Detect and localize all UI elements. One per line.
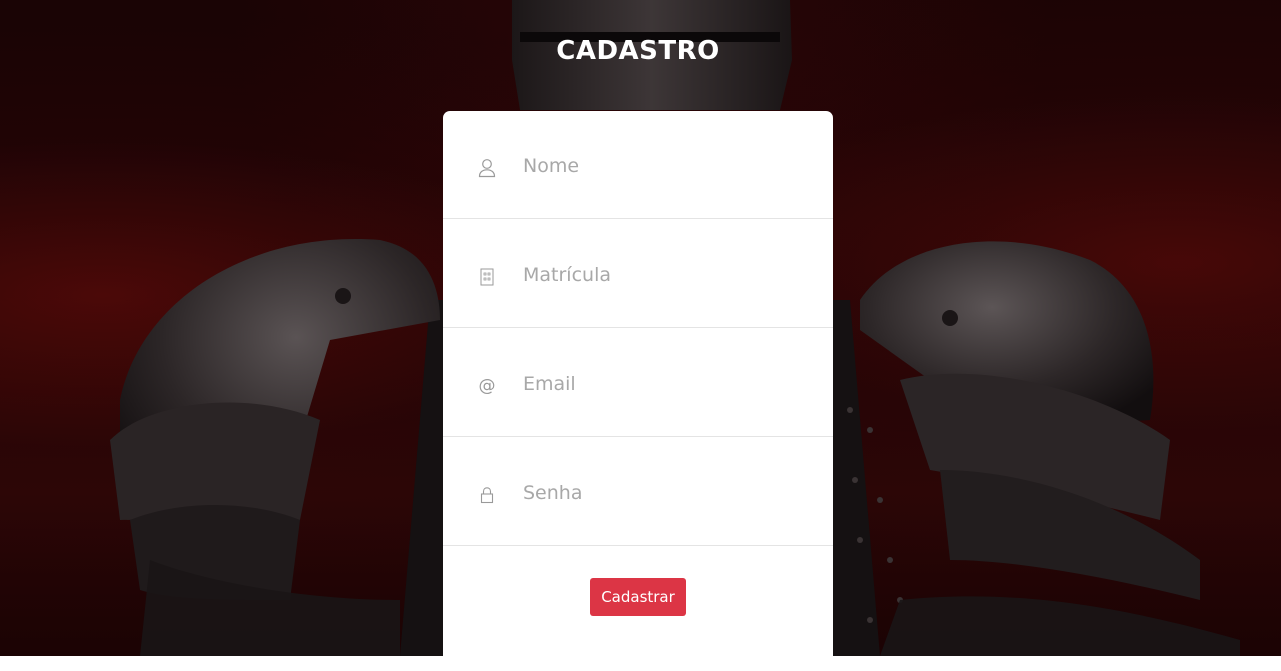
- registration-field-row: [443, 220, 833, 328]
- lock-icon: [478, 485, 496, 505]
- id-card-icon: [478, 267, 496, 287]
- user-icon: [478, 158, 496, 178]
- signup-card: @ Cadastrar: [443, 111, 833, 671]
- at-sign-icon: @: [478, 376, 496, 396]
- name-field-row: [443, 111, 833, 219]
- registration-input[interactable]: [523, 260, 813, 290]
- name-input[interactable]: [523, 151, 813, 181]
- password-input[interactable]: [523, 478, 813, 508]
- register-button[interactable]: Cadastrar: [590, 578, 686, 616]
- page-title: CADASTRO: [556, 36, 720, 66]
- email-input[interactable]: [523, 369, 813, 399]
- email-field-row: @: [443, 329, 833, 437]
- password-field-row: [443, 438, 833, 546]
